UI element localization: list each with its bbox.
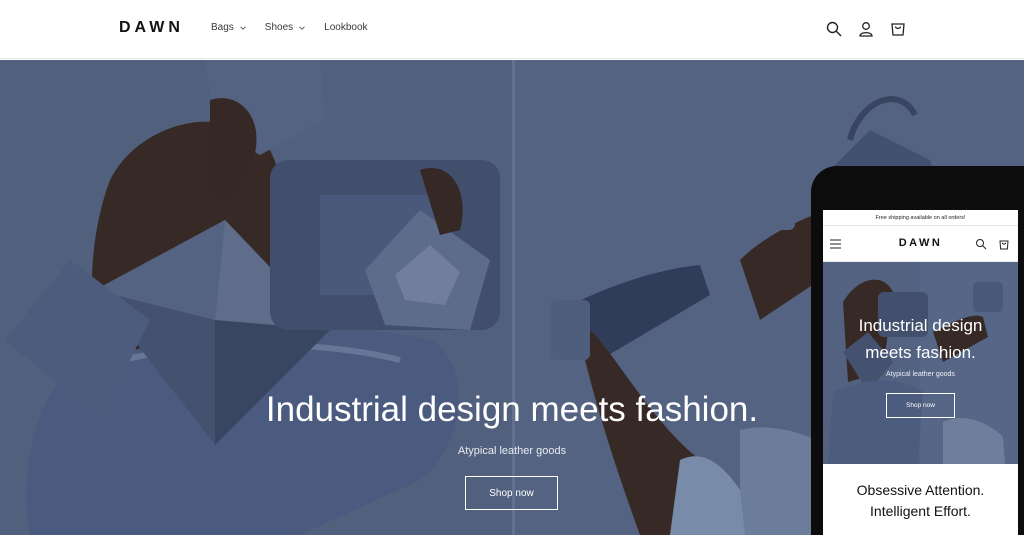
cart-icon[interactable]: [998, 238, 1010, 250]
chevron-down-icon: [240, 25, 246, 30]
nav-item-label: Shoes: [264, 22, 294, 33]
main-nav: Bags Shoes Lookbook: [211, 22, 368, 33]
nav-item-label: Lookbook: [324, 22, 368, 33]
mobile-preview-frame: Free shipping available on all orders! D…: [811, 166, 1024, 535]
nav-item-label: Bags: [211, 22, 234, 33]
store-logo[interactable]: DAWN: [119, 19, 184, 37]
mobile-shop-now-button[interactable]: Shop now: [886, 393, 955, 418]
search-icon[interactable]: [825, 20, 843, 38]
mobile-header: DAWN: [823, 226, 1018, 262]
section-heading-line: Obsessive Attention.: [856, 482, 985, 498]
shop-now-button[interactable]: Shop now: [465, 476, 558, 510]
search-icon[interactable]: [975, 238, 987, 250]
mobile-text-section: Obsessive Attention. Intelligent Effort.: [823, 464, 1018, 535]
mobile-hero-banner: Industrial design meets fashion. Atypica…: [823, 262, 1018, 464]
mobile-store-logo[interactable]: DAWN: [823, 237, 1018, 249]
announcement-bar: Free shipping available on all orders!: [823, 210, 1018, 226]
mobile-hero-subheading: Atypical leather goods: [886, 371, 955, 378]
cart-icon[interactable]: [889, 20, 907, 38]
account-icon[interactable]: [857, 20, 875, 38]
mobile-hero-heading: Industrial design meets fashion.: [858, 316, 983, 362]
nav-item-lookbook[interactable]: Lookbook: [324, 22, 367, 33]
nav-item-bags[interactable]: Bags: [211, 22, 247, 33]
nav-item-shoes[interactable]: Shoes: [265, 22, 306, 33]
chevron-down-icon: [299, 25, 305, 30]
site-header: DAWN Bags Shoes Lookbook: [0, 0, 1024, 59]
section-heading-line: Intelligent Effort.: [870, 503, 971, 519]
mobile-screen: Free shipping available on all orders! D…: [823, 210, 1018, 535]
header-icons: [825, 20, 907, 38]
